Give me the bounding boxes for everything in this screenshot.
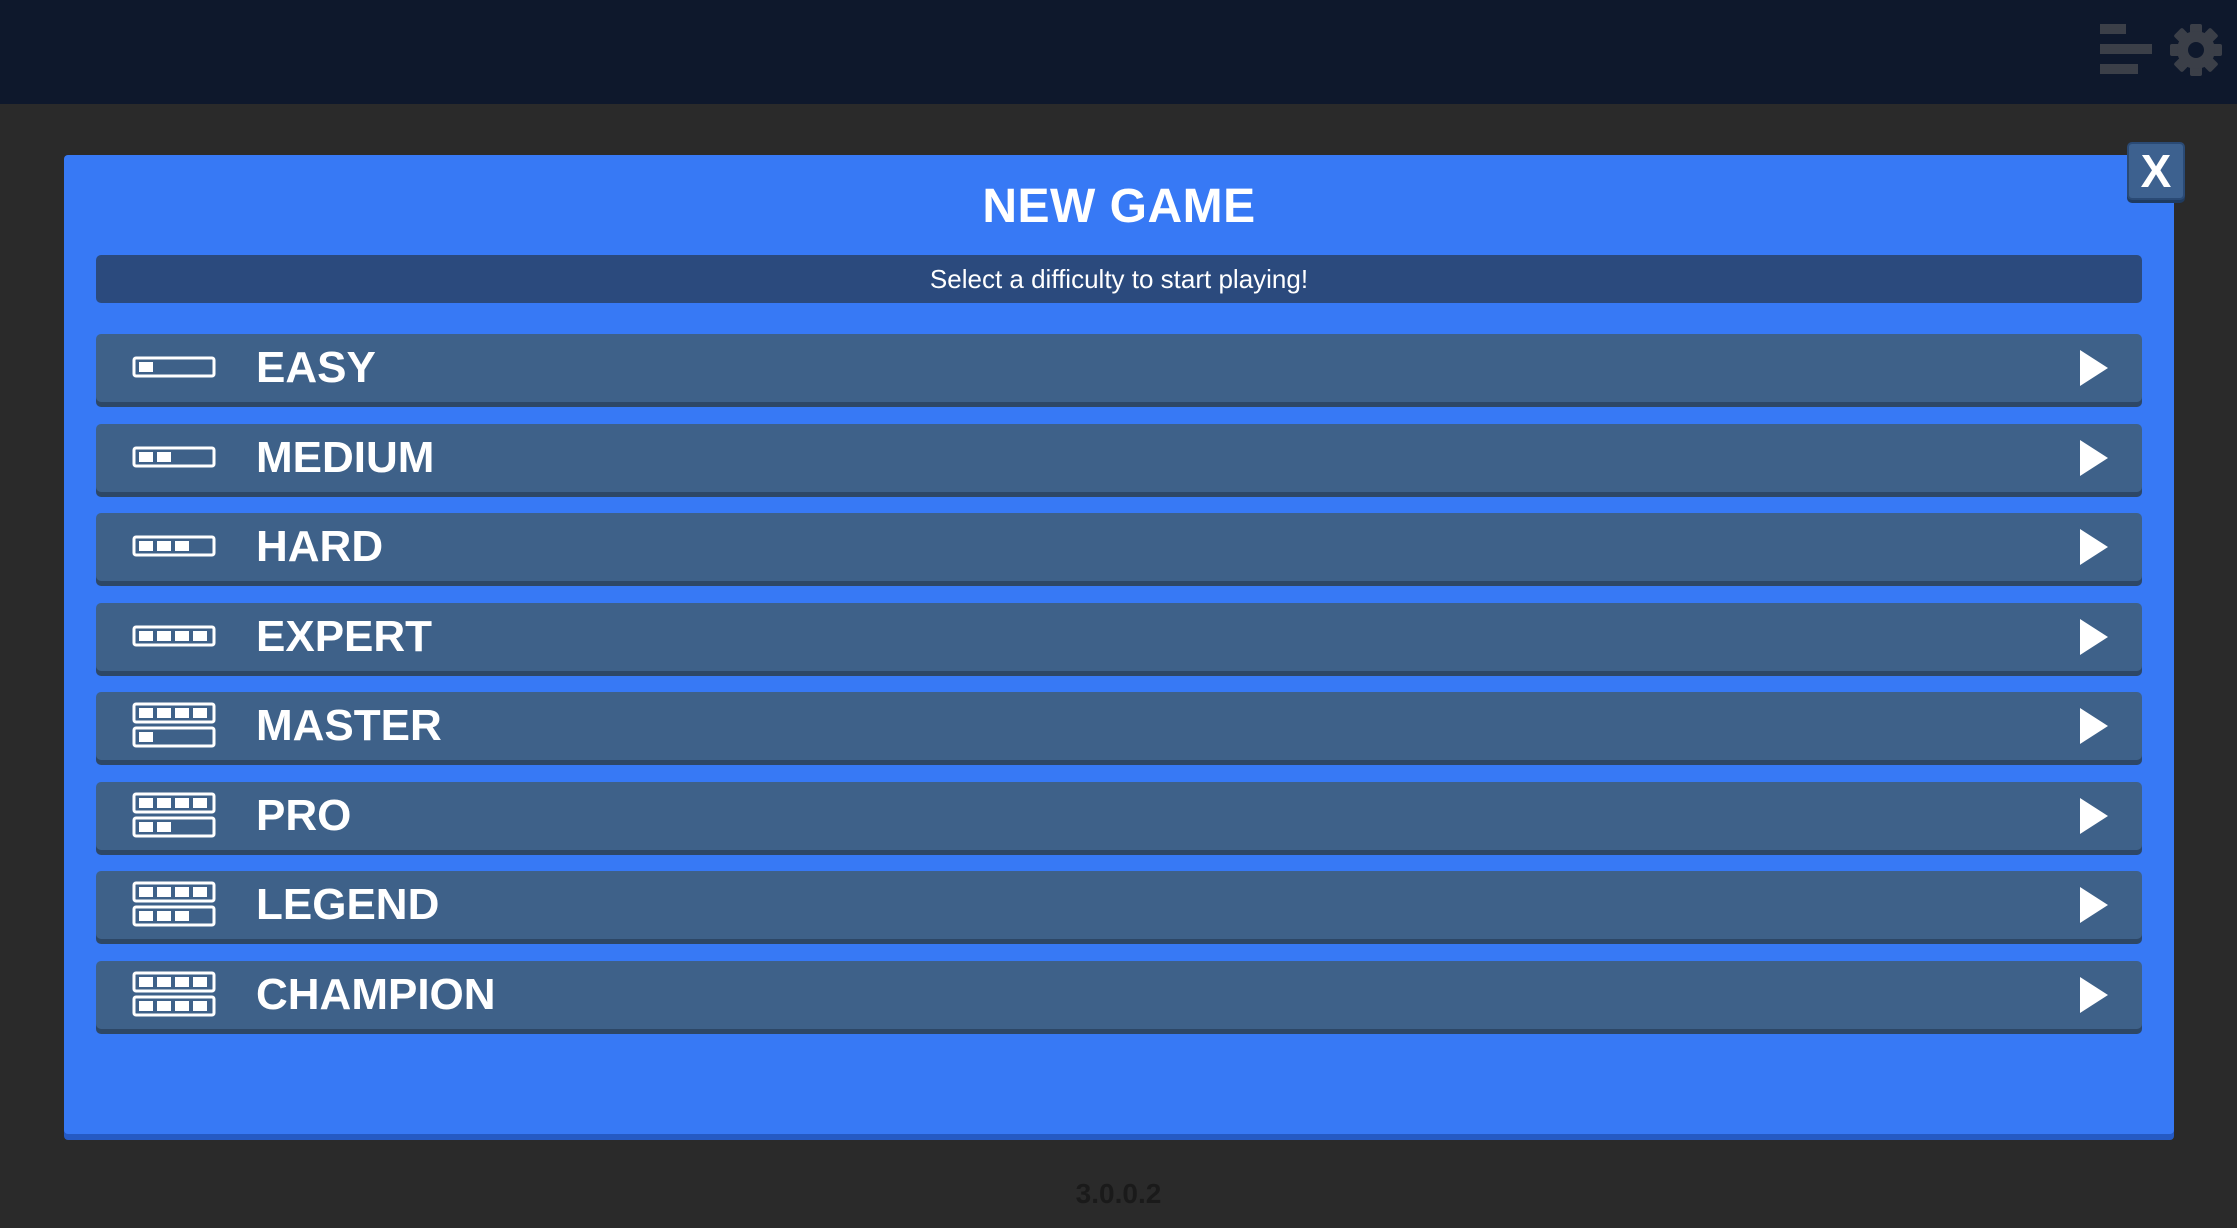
close-button[interactable]: X: [2127, 142, 2185, 200]
top-bar: [0, 0, 2237, 104]
difficulty-row-master[interactable]: MASTER: [96, 692, 2142, 760]
dialog-title: NEW GAME: [982, 180, 1256, 233]
version-label: 3.0.0.2: [1075, 1178, 1162, 1209]
play-arrow-icon: [2078, 961, 2110, 1029]
gear-icon[interactable]: [2168, 22, 2224, 78]
difficulty-label: MASTER: [256, 701, 442, 750]
leaderboard-icon[interactable]: [2096, 22, 2152, 78]
new-game-dialog: NEW GAME Select a difficulty to start pl…: [64, 155, 2174, 1134]
difficulty-row-legend[interactable]: LEGEND: [96, 871, 2142, 939]
difficulty-label: EXPERT: [256, 611, 433, 661]
play-arrow-icon: [2078, 871, 2110, 939]
difficulty-row-medium[interactable]: MEDIUM: [96, 423, 2142, 492]
difficulty-level-icon: [132, 692, 216, 760]
difficulty-label: CHAMPION: [256, 969, 496, 1019]
dialog-subtitle: Select a difficulty to start playing!: [96, 255, 2142, 303]
difficulty-row-easy[interactable]: EASY: [96, 334, 2142, 402]
difficulty-label: PRO: [256, 790, 352, 840]
difficulty-row-hard[interactable]: HARD: [96, 513, 2142, 581]
difficulty-label: EASY: [256, 343, 376, 392]
difficulty-label: HARD: [256, 522, 384, 571]
difficulty-level-icon: [132, 513, 216, 581]
difficulty-row-expert[interactable]: EXPERT: [96, 602, 2142, 671]
difficulty-row-pro[interactable]: PRO: [96, 781, 2142, 850]
difficulty-label: MEDIUM: [256, 432, 435, 482]
difficulty-level-icon: [132, 871, 216, 939]
difficulty-level-icon: [132, 334, 216, 402]
play-arrow-icon: [2078, 513, 2110, 581]
play-arrow-icon: [2078, 692, 2110, 760]
play-arrow-icon: [2078, 782, 2110, 850]
difficulty-level-icon: [132, 782, 216, 850]
play-arrow-icon: [2078, 334, 2110, 402]
difficulty-row-champion[interactable]: CHAMPION: [96, 960, 2142, 1029]
difficulty-label: LEGEND: [256, 880, 440, 929]
difficulty-level-icon: [132, 424, 216, 492]
play-arrow-icon: [2078, 603, 2110, 671]
difficulty-level-icon: [132, 961, 216, 1029]
play-arrow-icon: [2078, 424, 2110, 492]
difficulty-level-icon: [132, 603, 216, 671]
difficulty-list: EASY MEDIUM HARD EXPERT MASTER PRO LEGEND CHAMP…: [96, 334, 2142, 1050]
